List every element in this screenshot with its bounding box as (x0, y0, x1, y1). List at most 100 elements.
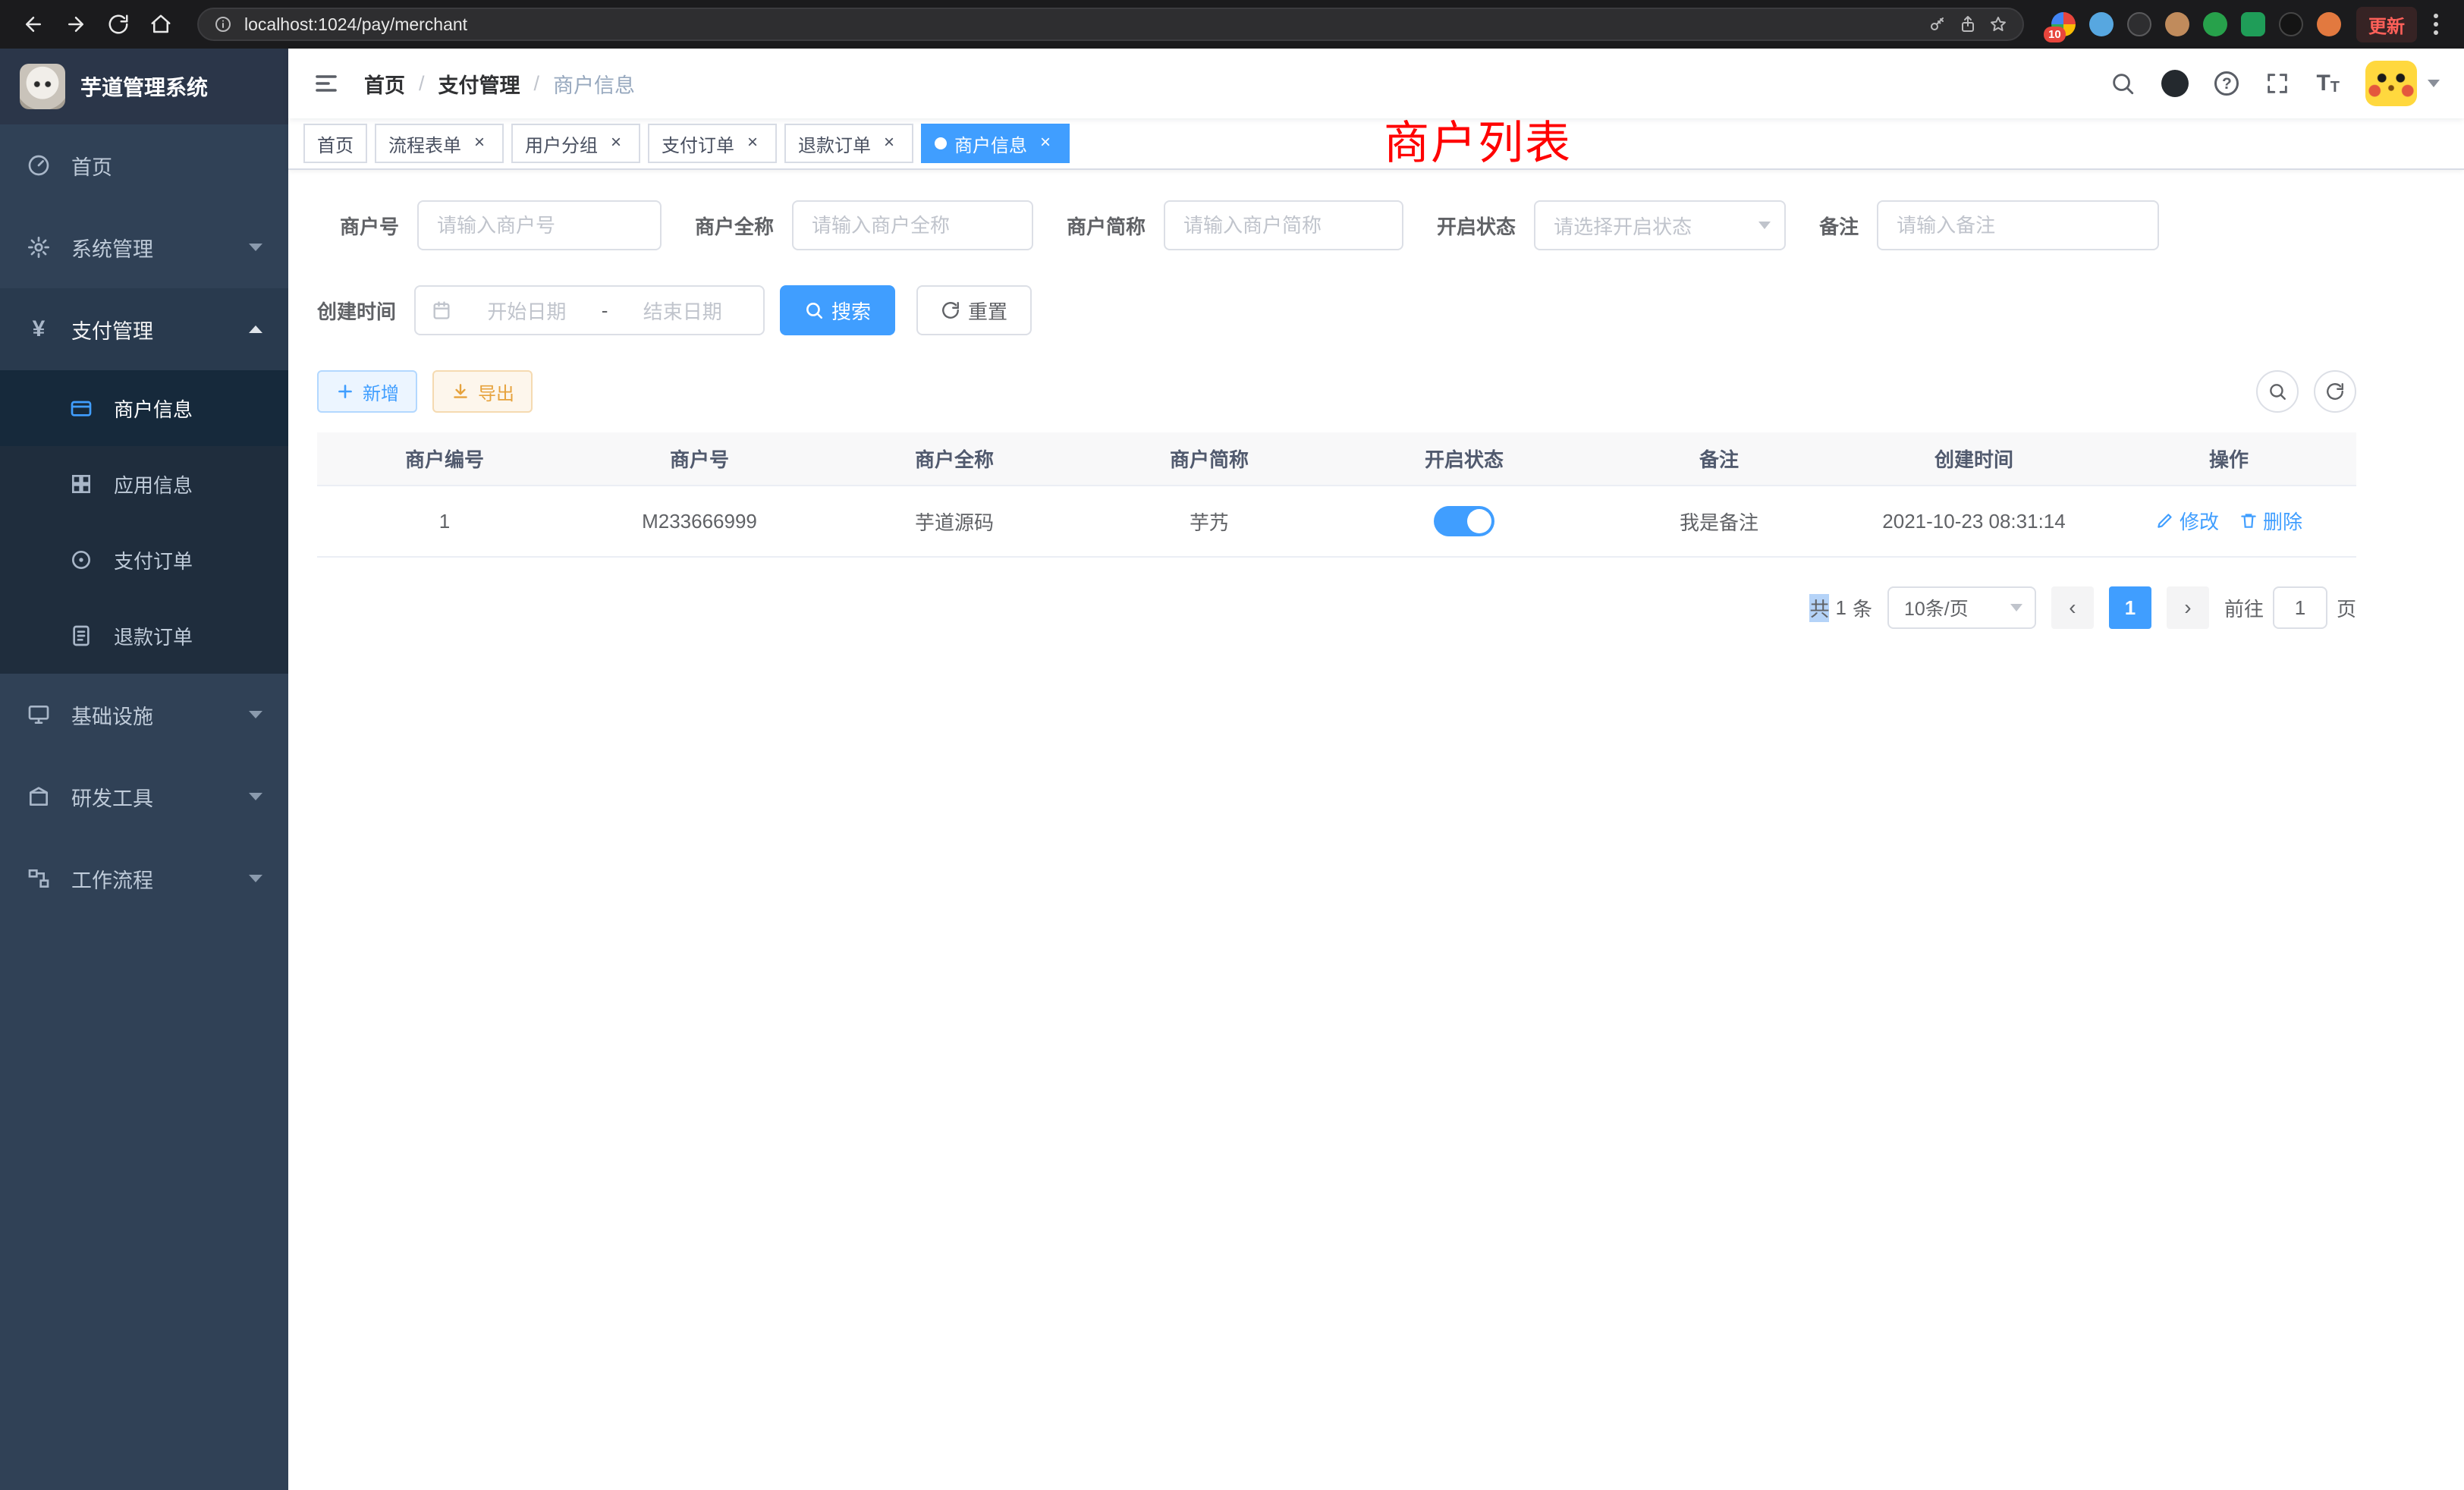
status-toggle[interactable] (1434, 506, 1494, 536)
tab-home[interactable]: 首页 (303, 124, 367, 163)
edit-link[interactable]: 修改 (2155, 507, 2219, 535)
prev-page-button[interactable]: ‹ (2051, 586, 2094, 629)
sidebar-item-workflow[interactable]: 工作流程 (0, 838, 288, 919)
goto-suffix: 页 (2337, 594, 2356, 622)
tab-process-form[interactable]: 流程表单 × (375, 124, 504, 163)
chevron-down-icon (249, 711, 262, 718)
sidebar-item-label: 基础设施 (71, 700, 153, 730)
filter-full-name: 商户全称 (695, 200, 1033, 250)
col-create-time: 创建时间 (1846, 432, 2101, 486)
filter-row-2: 创建时间 开始日期 - 结束日期 搜索 重置 (317, 285, 2356, 335)
breadcrumb-payment[interactable]: 支付管理 (438, 69, 520, 99)
short-name-input[interactable] (1164, 200, 1403, 250)
help-icon[interactable]: ? (2214, 71, 2239, 96)
search-button[interactable]: 搜索 (780, 285, 895, 335)
sidebar-item-pay-order[interactable]: 支付订单 (0, 522, 288, 598)
delete-link[interactable]: 删除 (2239, 507, 2302, 535)
page-size-select[interactable]: 10条/页 (1887, 586, 2036, 629)
sidebar-item-payment[interactable]: ¥ 支付管理 (0, 288, 288, 370)
status-select[interactable]: 请选择开启状态 (1534, 200, 1786, 250)
search-icon[interactable] (2110, 71, 2136, 96)
total-prefix: 共 (1809, 594, 1829, 622)
forward-icon[interactable] (58, 6, 94, 42)
extension-icon-dark[interactable] (2127, 12, 2151, 36)
extension-icon-green-square[interactable] (2241, 12, 2265, 36)
sidebar-item-merchant-info[interactable]: 商户信息 (0, 370, 288, 446)
reload-icon[interactable] (100, 6, 137, 42)
refresh-table-icon[interactable] (2314, 370, 2356, 413)
trash-icon (2239, 511, 2258, 530)
goto-label: 前往 (2224, 594, 2264, 622)
tab-close-icon[interactable]: × (742, 133, 763, 154)
font-size-icon[interactable]: TT (2316, 71, 2340, 96)
tab-label: 流程表单 (388, 130, 461, 157)
export-button[interactable]: 导出 (432, 370, 533, 413)
filter-row-1: 商户号 商户全称 商户简称 开启状态 请选择开启状态 (317, 200, 2356, 250)
tab-close-icon[interactable]: × (1035, 133, 1056, 154)
extension-icon-avatar[interactable] (2165, 12, 2189, 36)
goto-page-input[interactable] (2273, 586, 2327, 629)
back-icon[interactable] (15, 6, 52, 42)
extension-icon-green-circle[interactable] (2203, 12, 2227, 36)
next-page-button[interactable]: › (2167, 586, 2209, 629)
tab-refund-order[interactable]: 退款订单 × (784, 124, 913, 163)
filter-label: 商户全称 (695, 212, 774, 240)
bookmark-star-icon[interactable] (1989, 15, 2007, 33)
extension-icon-drop[interactable] (2089, 12, 2114, 36)
tab-merchant-info[interactable]: 商户信息 × (921, 124, 1070, 163)
filter-status: 开启状态 请选择开启状态 (1437, 200, 1786, 250)
breadcrumb-current: 商户信息 (553, 69, 635, 99)
pagination-goto: 前往 页 (2224, 586, 2356, 629)
github-icon[interactable] (2161, 70, 2189, 97)
sidebar-item-refund-order[interactable]: 退款订单 (0, 598, 288, 674)
share-icon[interactable] (1959, 15, 1977, 33)
browser-menu-icon[interactable] (2423, 14, 2449, 35)
page-info-icon[interactable] (214, 15, 232, 33)
home-icon[interactable] (143, 6, 179, 42)
hamburger-icon[interactable] (313, 70, 340, 97)
sidebar-item-dev-tools[interactable]: 研发工具 (0, 756, 288, 838)
sidebar-item-system[interactable]: 系统管理 (0, 206, 288, 288)
filter-label: 商户号 (340, 212, 399, 240)
add-button[interactable]: 新增 (317, 370, 417, 413)
extension-icon-pin[interactable] (2279, 12, 2303, 36)
tab-user-group[interactable]: 用户分组 × (511, 124, 640, 163)
add-button-label: 新增 (363, 379, 399, 405)
page-size-value: 10条/页 (1904, 594, 1969, 621)
full-name-input[interactable] (792, 200, 1033, 250)
remark-input[interactable] (1877, 200, 2159, 250)
toggle-search-icon[interactable] (2256, 370, 2299, 413)
extension-icon-orange[interactable] (2317, 12, 2341, 36)
address-bar[interactable]: localhost:1024/pay/merchant (197, 8, 2024, 41)
document-icon (68, 623, 94, 649)
fullscreen-icon[interactable] (2264, 71, 2290, 96)
page-1-button[interactable]: 1 (2109, 586, 2151, 629)
table-toolbar: 新增 导出 (317, 370, 2356, 413)
password-key-icon[interactable] (1928, 15, 1947, 33)
sidebar-logo[interactable]: 芋道管理系统 (0, 49, 288, 124)
chevron-down-icon (2010, 604, 2022, 611)
page-content: 商户号 商户全称 商户简称 开启状态 请选择开启状态 (288, 170, 2464, 1490)
date-range-picker[interactable]: 开始日期 - 结束日期 (414, 285, 765, 335)
reset-button[interactable]: 重置 (916, 285, 1032, 335)
filter-label: 开启状态 (1437, 212, 1516, 240)
sidebar-menu: 首页 系统管理 ¥ 支付管理 (0, 124, 288, 1490)
url-text: localhost:1024/pay/merchant (244, 14, 1916, 35)
breadcrumb-home[interactable]: 首页 (364, 69, 405, 99)
extension-icon-blocker[interactable]: 10 (2051, 12, 2076, 36)
topbar-actions: ? TT (2110, 61, 2440, 106)
browser-update-button[interactable]: 更新 (2356, 7, 2417, 42)
tab-close-icon[interactable]: × (878, 133, 900, 154)
tab-label: 商户信息 (954, 130, 1027, 157)
cell-remark: 我是备注 (1592, 486, 1846, 557)
sidebar-item-infrastructure[interactable]: 基础设施 (0, 674, 288, 756)
user-dropdown[interactable] (2365, 61, 2440, 106)
sidebar-item-home[interactable]: 首页 (0, 124, 288, 206)
tab-pay-order[interactable]: 支付订单 × (648, 124, 777, 163)
sidebar-item-app-info[interactable]: 应用信息 (0, 446, 288, 522)
tab-close-icon[interactable]: × (469, 133, 490, 154)
merchant-no-input[interactable] (417, 200, 662, 250)
tab-close-icon[interactable]: × (605, 133, 627, 154)
workflow-icon (26, 866, 52, 891)
yen-icon: ¥ (26, 316, 52, 342)
